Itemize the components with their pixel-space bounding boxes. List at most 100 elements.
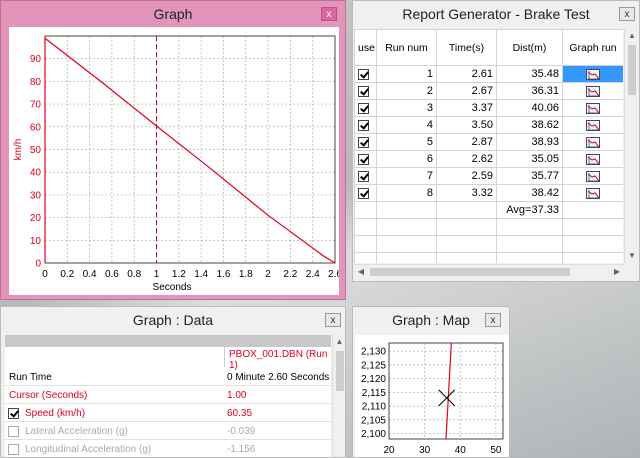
y-axis-label: km/h bbox=[13, 139, 24, 161]
col-run-num[interactable]: Run num bbox=[376, 29, 437, 66]
report-empty-row bbox=[354, 252, 623, 263]
scroll-right-arrow-icon[interactable]: ▶ bbox=[610, 265, 624, 279]
graph-run-icon[interactable] bbox=[586, 153, 600, 165]
speed-chart[interactable]: 0 0.2 0.4 0.6 0.8 1 1.2 1.4 1.6 1.8 2 2.2 2.4 2.6 0 10 2… bbox=[9, 27, 342, 295]
report-row[interactable]: 8 3.32 38.42 bbox=[354, 184, 623, 202]
row-use-cell[interactable] bbox=[354, 150, 377, 168]
row-use-cell[interactable] bbox=[354, 167, 377, 185]
row-graph-run-cell[interactable] bbox=[562, 167, 623, 185]
graph-run-icon[interactable] bbox=[586, 68, 600, 80]
row-time: 2.87 bbox=[436, 133, 497, 151]
row-run-num: 8 bbox=[376, 184, 437, 202]
report-titlebar[interactable]: Report Generator - Brake Test x bbox=[353, 1, 639, 27]
row-graph-run-cell[interactable] bbox=[562, 150, 623, 168]
row-use-cell[interactable] bbox=[354, 65, 377, 83]
x-tick-label: 2.4 bbox=[306, 269, 320, 280]
row-use-cell[interactable] bbox=[354, 133, 377, 151]
row-graph-run-cell[interactable] bbox=[562, 82, 623, 100]
map-close-button[interactable]: x bbox=[485, 313, 501, 327]
use-checkbox[interactable] bbox=[358, 153, 369, 165]
data-grid: PBOX_001.DBN (Run 1) Run Time 0 Minute 2.… bbox=[5, 335, 331, 457]
report-hscroll-thumb[interactable] bbox=[370, 268, 570, 276]
data-titlebar[interactable]: Graph : Data x bbox=[1, 307, 345, 333]
gps-map[interactable]: 20 30 40 50 2,130 2,125 2,120 2,115 2,110 2,105 2,… bbox=[355, 335, 509, 457]
row-time: 3.50 bbox=[436, 116, 497, 134]
report-row[interactable]: 1 2.61 35.48 bbox=[354, 65, 623, 83]
use-checkbox[interactable] bbox=[358, 68, 369, 80]
col-use[interactable]: use bbox=[354, 29, 377, 66]
graph-titlebar[interactable]: Graph x bbox=[1, 1, 345, 27]
scroll-left-arrow-icon[interactable]: ◀ bbox=[354, 265, 368, 279]
data-row-label: Lateral Acceleration (g) bbox=[25, 426, 128, 437]
row-use-cell[interactable] bbox=[354, 116, 377, 134]
graph-run-icon[interactable] bbox=[586, 170, 600, 182]
row-use-cell[interactable] bbox=[354, 99, 377, 117]
row-graph-run-cell[interactable] bbox=[562, 184, 623, 202]
scroll-up-arrow-icon[interactable]: ▲ bbox=[625, 29, 639, 43]
report-close-button[interactable]: x bbox=[619, 7, 635, 21]
row-time: 2.59 bbox=[436, 167, 497, 185]
report-vertical-scrollbar[interactable]: ▲ ▼ bbox=[624, 29, 639, 263]
x-tick-label: 1.4 bbox=[194, 269, 208, 280]
data-scroll-up-arrow-icon[interactable]: ▲ bbox=[333, 335, 345, 349]
report-row[interactable]: 5 2.87 38.93 bbox=[354, 133, 623, 151]
report-row[interactable]: 3 3.37 40.06 bbox=[354, 99, 623, 117]
gps-track-line bbox=[445, 342, 452, 440]
row-graph-run-cell[interactable] bbox=[562, 133, 623, 151]
report-empty-row bbox=[354, 235, 623, 253]
report-horizontal-scrollbar[interactable]: ◀ ▶ bbox=[354, 264, 624, 279]
x-tick-label: 0.4 bbox=[83, 269, 97, 280]
data-row[interactable]: Longitudinal Acceleration (g) -1.156 bbox=[5, 441, 331, 457]
channel-checkbox[interactable] bbox=[8, 408, 19, 419]
data-row[interactable]: Speed (km/h) 60.35 bbox=[5, 405, 331, 422]
graph-run-icon[interactable] bbox=[586, 119, 600, 131]
report-body: 1 2.61 35.48 2 2.67 36.31 3 3.37 40.06 4 3.50 38.62… bbox=[354, 65, 623, 263]
graph-run-icon[interactable] bbox=[586, 102, 600, 114]
channel-checkbox[interactable] bbox=[8, 426, 19, 437]
data-header-file-column: PBOX_001.DBN (Run 1) bbox=[225, 335, 331, 371]
scroll-down-arrow-icon[interactable]: ▼ bbox=[625, 249, 639, 263]
report-vscroll-thumb[interactable] bbox=[628, 45, 636, 95]
data-title: Graph : Data bbox=[132, 312, 214, 328]
use-checkbox[interactable] bbox=[358, 136, 369, 148]
col-dist[interactable]: Dist(m) bbox=[496, 29, 563, 66]
row-use-cell[interactable] bbox=[354, 82, 377, 100]
col-graph-run[interactable]: Graph run bbox=[562, 29, 623, 66]
data-row[interactable]: Lateral Acceleration (g) -0.039 bbox=[5, 423, 331, 440]
data-close-button[interactable]: x bbox=[325, 313, 341, 327]
row-graph-run-cell[interactable] bbox=[562, 65, 623, 83]
graph-run-icon[interactable] bbox=[586, 85, 600, 97]
data-row-value: 60.35 bbox=[227, 408, 253, 419]
channel-checkbox[interactable] bbox=[8, 444, 19, 455]
data-vscroll-thumb[interactable] bbox=[336, 351, 344, 391]
empty-cell bbox=[376, 218, 437, 236]
report-row[interactable]: 2 2.67 36.31 bbox=[354, 82, 623, 100]
row-graph-run-cell[interactable] bbox=[562, 116, 623, 134]
report-row[interactable]: 7 2.59 35.77 bbox=[354, 167, 623, 185]
row-dist: 35.05 bbox=[496, 150, 563, 168]
row-graph-run-cell[interactable] bbox=[562, 99, 623, 117]
row-dist: 40.06 bbox=[496, 99, 563, 117]
data-row[interactable]: Run Time 0 Minute 2.60 Seconds bbox=[5, 369, 331, 386]
empty-cell bbox=[376, 235, 437, 253]
use-checkbox[interactable] bbox=[358, 102, 369, 114]
empty-cell bbox=[496, 218, 563, 236]
use-checkbox[interactable] bbox=[358, 187, 369, 199]
graph-run-icon[interactable] bbox=[586, 136, 600, 148]
map-y-tick-label: 2,125 bbox=[361, 360, 386, 371]
map-x-tick-label: 20 bbox=[383, 445, 395, 456]
graph-run-icon[interactable] bbox=[586, 187, 600, 199]
report-row[interactable]: 4 3.50 38.62 bbox=[354, 116, 623, 134]
empty-cell bbox=[376, 252, 437, 263]
graph-close-button[interactable]: x bbox=[321, 7, 337, 21]
report-row[interactable]: 6 2.62 35.05 bbox=[354, 150, 623, 168]
col-time[interactable]: Time(s) bbox=[436, 29, 497, 66]
empty-cell bbox=[562, 252, 623, 263]
use-checkbox[interactable] bbox=[358, 85, 369, 97]
data-row[interactable]: Cursor (Seconds) 1.00 bbox=[5, 387, 331, 404]
map-titlebar[interactable]: Graph : Map x bbox=[353, 307, 509, 333]
row-use-cell[interactable] bbox=[354, 184, 377, 202]
use-checkbox[interactable] bbox=[358, 119, 369, 131]
data-vertical-scrollbar[interactable]: ▲ bbox=[332, 335, 345, 457]
use-checkbox[interactable] bbox=[358, 170, 369, 182]
